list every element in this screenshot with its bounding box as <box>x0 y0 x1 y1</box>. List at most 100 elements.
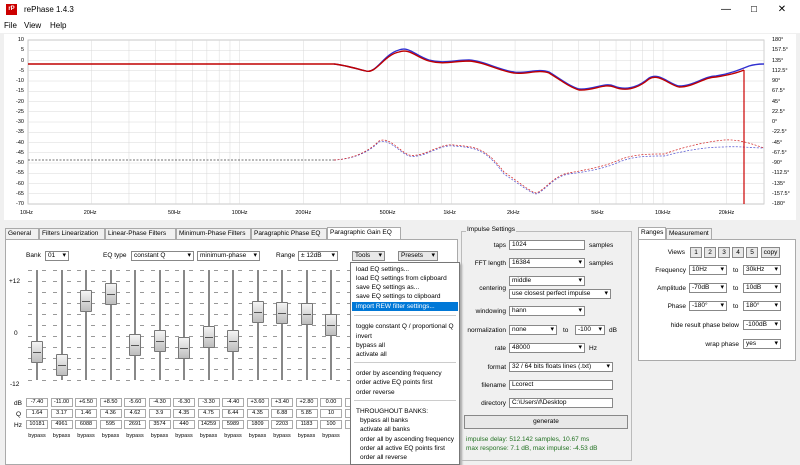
band-hz-field[interactable]: 1183 <box>295 420 318 429</box>
view-2-button[interactable]: 2 <box>704 247 716 258</box>
tab-paragraphic-gain-eq[interactable]: Paragraphic Gain EQ <box>327 227 401 239</box>
menu-load-eq-clipboard[interactable]: load EQ settings from clipboard <box>352 274 458 283</box>
gain-slider-knob[interactable] <box>227 329 239 352</box>
menu-order-active-first[interactable]: order active EQ points first <box>352 378 458 387</box>
gain-slider-knob[interactable] <box>153 329 166 352</box>
plot-canvas[interactable] <box>4 34 796 220</box>
band-hz-field[interactable]: 1809 <box>246 420 269 429</box>
bank-select[interactable]: 01 <box>45 251 69 261</box>
close-button[interactable]: ✕ <box>768 0 796 20</box>
gain-slider-knob[interactable] <box>80 290 92 313</box>
gain-slider-knob[interactable] <box>178 336 190 359</box>
menu-order-all-reverse[interactable]: order all reverse <box>352 453 458 462</box>
band-hz-field[interactable]: 4961 <box>50 420 73 429</box>
band-hz-field[interactable]: 10181 <box>26 420 48 429</box>
tab-general[interactable]: General <box>5 228 39 239</box>
band-q-field[interactable]: 4.75 <box>197 409 220 418</box>
fft-select[interactable]: 16384 <box>509 258 585 268</box>
copy-view-button[interactable]: copy <box>761 247 780 258</box>
menu-order-all-active-first[interactable]: order all active EQ points first <box>352 444 458 453</box>
band-db-field[interactable]: +3.60 <box>246 398 269 407</box>
bypass-toggle[interactable]: bypass <box>74 433 98 439</box>
gain-slider-knob[interactable] <box>31 341 43 364</box>
generate-button[interactable]: generate <box>464 415 628 429</box>
gain-slider-knob[interactable] <box>251 300 264 323</box>
tab-paragraphic-phase-eq[interactable]: Paragraphic Phase EQ <box>251 228 327 239</box>
amp-to-select[interactable]: 10dB <box>743 283 781 293</box>
band-hz-field[interactable]: 595 <box>99 420 122 429</box>
bypass-toggle[interactable]: bypass <box>25 433 49 439</box>
band-db-field[interactable]: -7.40 <box>26 398 48 407</box>
menu-bypass-all-banks[interactable]: bypass all banks <box>352 416 458 425</box>
band-q-field[interactable]: 4.35 <box>246 409 269 418</box>
band-db-field[interactable]: -3.30 <box>197 398 220 407</box>
tab-measurement[interactable]: Measurement <box>666 228 712 239</box>
band-db-field[interactable]: +3.40 <box>271 398 293 407</box>
band-hz-field[interactable]: 14259 <box>197 420 220 429</box>
view-1-button[interactable]: 1 <box>690 247 702 258</box>
bypass-toggle[interactable]: bypass <box>50 433 74 439</box>
menu-import-rew[interactable]: import REW filter settings... <box>352 302 458 311</box>
gain-slider-knob[interactable] <box>300 303 313 326</box>
menu-save-eq-clipboard[interactable]: save EQ settings to clipboard <box>352 292 458 301</box>
centering-mode-select[interactable]: use closest perfect impulse <box>509 289 611 299</box>
bypass-toggle[interactable]: bypass <box>295 433 319 439</box>
normalization-select[interactable]: none <box>509 325 557 335</box>
freq-to-select[interactable]: 30kHz <box>743 265 781 275</box>
band-q-field[interactable]: 6.88 <box>271 409 293 418</box>
band-q-field[interactable]: 3.9 <box>148 409 171 418</box>
windowing-select[interactable]: hann <box>509 306 585 316</box>
band-db-field[interactable]: -5.60 <box>124 398 146 407</box>
menu-toggle-q[interactable]: toggle constant Q / proportional Q <box>352 322 458 331</box>
gain-slider-knob[interactable] <box>104 283 117 306</box>
freq-from-select[interactable]: 10Hz <box>689 265 727 275</box>
bypass-toggle[interactable]: bypass <box>246 433 270 439</box>
band-hz-field[interactable]: 3574 <box>148 420 171 429</box>
band-hz-field[interactable]: 440 <box>173 420 195 429</box>
menu-help[interactable]: Help <box>50 21 66 30</box>
band-db-field[interactable]: +6.50 <box>75 398 97 407</box>
menu-activate-all-banks[interactable]: activate all banks <box>352 425 458 434</box>
amp-from-select[interactable]: -70dB <box>689 283 727 293</box>
view-5-button[interactable]: 5 <box>746 247 758 258</box>
band-q-field[interactable]: 4.35 <box>173 409 195 418</box>
band-hz-field[interactable]: 6088 <box>75 420 97 429</box>
gain-slider-knob[interactable] <box>202 326 215 349</box>
tab-filters-linearization[interactable]: Filters Linearization <box>39 228 105 239</box>
band-q-field[interactable]: 10 <box>320 409 342 418</box>
gain-slider-knob[interactable] <box>55 354 68 377</box>
view-3-button[interactable]: 3 <box>718 247 730 258</box>
hide-phase-select[interactable]: -100dB <box>743 320 781 330</box>
menu-load-eq[interactable]: load EQ settings... <box>352 265 458 274</box>
menu-invert[interactable]: invert <box>352 332 458 341</box>
band-q-field[interactable]: 6.44 <box>222 409 244 418</box>
band-db-field[interactable]: +8.50 <box>99 398 122 407</box>
menu-activate-all[interactable]: activate all <box>352 350 458 359</box>
tab-minimum-phase-filters[interactable]: Minimum-Phase Filters <box>176 228 251 239</box>
normalization-value[interactable]: -100 <box>575 325 605 335</box>
format-select[interactable]: 32 / 64 bits floats lines (.txt) <box>509 362 613 372</box>
phase-from-select[interactable]: -180° <box>689 301 727 311</box>
band-db-field[interactable]: -4.30 <box>148 398 171 407</box>
menu-view[interactable]: View <box>24 21 41 30</box>
menu-bypass-all[interactable]: bypass all <box>352 341 458 350</box>
gain-slider-knob[interactable] <box>276 301 288 324</box>
band-q-field[interactable]: 4.62 <box>124 409 146 418</box>
band-q-field[interactable]: 1.46 <box>75 409 97 418</box>
response-plot[interactable]: 10 5 0 -5 -10 -15 -20 -25 -30 -35 -40 -45 -50 -55 -60 -… <box>4 34 796 220</box>
bypass-toggle[interactable]: bypass <box>319 433 343 439</box>
phase-mode-select[interactable]: minimum-phase <box>197 251 260 261</box>
range-select[interactable]: ± 12dB <box>298 251 338 261</box>
bypass-toggle[interactable]: bypass <box>221 433 245 439</box>
bypass-toggle[interactable]: bypass <box>99 433 123 439</box>
menu-order-all-ascending[interactable]: order all by ascending frequency <box>352 435 458 444</box>
bypass-toggle[interactable]: bypass <box>172 433 196 439</box>
minimize-button[interactable]: — <box>712 0 740 20</box>
tab-linear-phase-filters[interactable]: Linear-Phase Filters <box>105 228 176 239</box>
view-4-button[interactable]: 4 <box>732 247 744 258</box>
band-db-field[interactable]: -4.40 <box>222 398 244 407</box>
band-q-field[interactable]: 4.36 <box>99 409 122 418</box>
band-q-field[interactable]: 1.64 <box>26 409 48 418</box>
phase-to-select[interactable]: 180° <box>743 301 781 311</box>
band-db-field[interactable]: -11.00 <box>50 398 73 407</box>
